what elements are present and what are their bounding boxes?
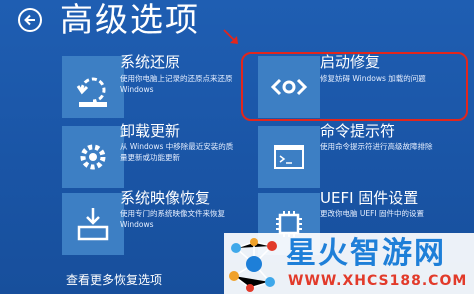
back-button[interactable]	[18, 8, 42, 32]
watermark-url: WWW.XHCS188.COM	[288, 273, 468, 289]
option-description: 更改你电脑 UEFI 固件中的设置	[320, 209, 425, 218]
option-title: 卸载更新	[120, 122, 181, 140]
watermark-name: 星火智游网	[286, 236, 446, 271]
restore-icon	[62, 56, 124, 118]
option-title: 系统映像恢复	[120, 189, 211, 207]
advanced-options-screen: 高级选项 系统还原 使用你电脑上记录的还原点来还原 Windows 启动修复 修…	[0, 0, 474, 294]
option-description: 使用命令提示符进行高级故障排除	[320, 142, 433, 151]
annotation-arrow-icon	[223, 29, 238, 44]
option-title: 系统还原	[120, 53, 181, 71]
gear-icon	[62, 126, 124, 188]
system-image-icon	[62, 193, 124, 255]
option-description: 从 Windows 中移除最近安装的质量更新或功能更新	[120, 142, 234, 162]
option-description: 使用专门的系统映像文件来恢复 Windows	[120, 209, 225, 229]
option-title: 命令提示符	[320, 122, 396, 140]
watermark: 星火智游网 WWW.XHCS188.COM	[224, 233, 474, 294]
option-description: 使用你电脑上记录的还原点来还原 Windows	[120, 74, 233, 94]
command-prompt-icon	[258, 126, 320, 188]
option-title: UEFI 固件设置	[320, 189, 419, 207]
page-title: 高级选项	[60, 0, 200, 39]
back-arrow-icon	[24, 14, 35, 26]
network-logo-icon	[229, 238, 277, 292]
more-recovery-options-link[interactable]: 查看更多恢复选项	[66, 272, 162, 288]
highlight-box	[241, 52, 468, 121]
